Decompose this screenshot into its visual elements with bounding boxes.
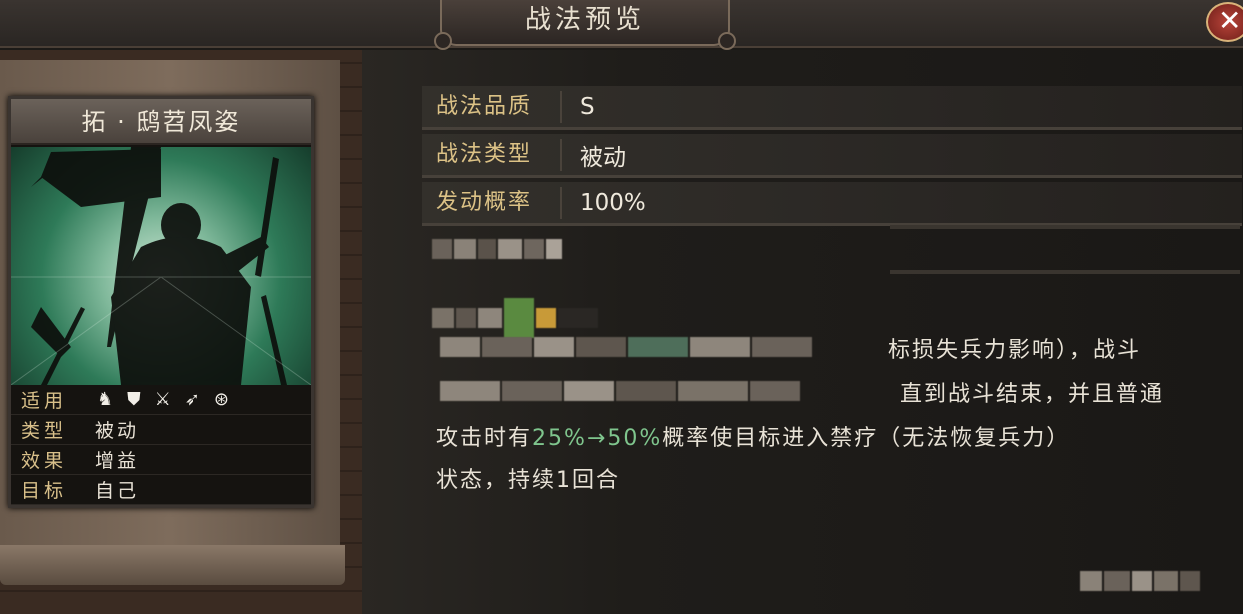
attr-key: 适用 xyxy=(21,390,68,412)
wheel-icon: ⊛ xyxy=(213,389,229,410)
attr-key: 类型 xyxy=(21,420,68,442)
crossed-swords-icon: ⚔ xyxy=(154,389,171,410)
attr-row-applicable: 适用 ♞ ⛊ ⚔ ➶ ⊛ xyxy=(11,385,311,415)
obscured-watermark xyxy=(1080,570,1202,591)
attr-row-effect: 效果 增益 xyxy=(11,445,311,475)
property-label: 发动概率 xyxy=(422,186,562,219)
troop-type-icons: ♞ ⛊ ⚔ ➶ ⊛ xyxy=(81,389,229,410)
obscured-text-line xyxy=(440,336,814,357)
description-line-1: 标损失兵力影响），战斗 xyxy=(888,338,1142,363)
obscured-subheading xyxy=(432,298,600,338)
attr-row-target: 目标 自己 xyxy=(11,475,311,505)
close-button[interactable]: ✕ xyxy=(1206,2,1243,42)
obscured-heading xyxy=(432,238,564,259)
property-rate: 发动概率 100% xyxy=(422,182,1242,226)
description-line-4: 状态，持续1回合 xyxy=(436,468,620,493)
attr-value: 增益 xyxy=(95,450,140,472)
attr-key: 目标 xyxy=(21,480,68,502)
cavalry-icon: ♞ xyxy=(97,389,114,410)
property-value: S xyxy=(580,93,595,120)
scroll-roll xyxy=(0,545,345,585)
warrior-silhouette xyxy=(11,147,311,385)
description-line-2: 直到战斗结束，并且普通 xyxy=(900,382,1165,407)
obscured-text-line xyxy=(440,380,802,401)
divider xyxy=(890,270,1240,274)
shield-icon: ⛊ xyxy=(127,389,141,410)
property-quality: 战法品质 S xyxy=(422,86,1242,130)
attr-row-type: 类型 被动 xyxy=(11,415,311,445)
highlight-value: 25%→50% xyxy=(532,426,663,451)
arrow-icon: ➶ xyxy=(184,389,200,410)
property-label: 战法品质 xyxy=(422,90,562,123)
property-value: 100% xyxy=(580,189,646,216)
attr-value: 被动 xyxy=(95,420,140,442)
tactic-portrait xyxy=(11,147,311,385)
description-text: 概率使目标进入禁疗（无法恢复兵力） xyxy=(662,426,1071,451)
page-title: 战法预览 xyxy=(434,0,736,50)
property-label: 战法类型 xyxy=(422,138,562,171)
attribute-table: 适用 ♞ ⛊ ⚔ ➶ ⊛ 类型 被动 效果 增益 目标 自己 xyxy=(11,385,311,505)
attr-value: 自己 xyxy=(95,480,140,502)
description-line-3: 攻击时有25%→50%概率使目标进入禁疗（无法恢复兵力） xyxy=(436,420,1070,452)
close-icon: ✕ xyxy=(1218,4,1242,37)
tactic-card: 拓 · 鸱苕凤姿 适用 ♞ ⛊ ⚔ ➶ ⊛ 类型 被动 效果 增益 目标 自己 xyxy=(8,96,314,508)
tactic-name: 拓 · 鸱苕凤姿 xyxy=(11,99,311,145)
description-text: 攻击时有 xyxy=(436,426,533,451)
property-type: 战法类型 被动 xyxy=(422,134,1242,178)
divider xyxy=(890,225,1240,229)
property-value: 被动 xyxy=(580,144,626,171)
attr-key: 效果 xyxy=(21,450,68,472)
